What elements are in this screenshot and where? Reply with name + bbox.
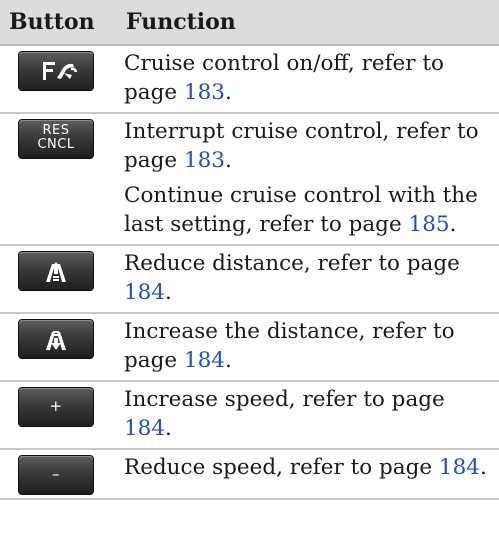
table-row: – Reduce speed, refer to page 184. [0, 449, 499, 499]
table-header-row: Button Function [0, 0, 499, 46]
page-link[interactable]: 184 [124, 416, 165, 441]
distance-increase-icon [46, 331, 66, 350]
res-cncl-icon: RES CNCL [37, 123, 75, 152]
page-link[interactable]: 183 [184, 148, 225, 173]
column-header-function: Function [114, 0, 499, 46]
minus-icon: – [52, 465, 60, 483]
function-text: Reduce speed, refer to page 184. [124, 455, 487, 480]
function-text: Continue cruise control with the last se… [124, 183, 478, 237]
cruise-control-button [19, 52, 93, 90]
res-cncl-button: RES CNCL [19, 120, 93, 158]
minus-button: – [19, 456, 93, 494]
button-function-table: Button Function Cruise control on/off, r… [0, 0, 499, 500]
page-link[interactable]: 184 [439, 455, 480, 480]
page-link[interactable]: 184 [184, 348, 225, 373]
table-row: Increase the distance, refer to page 184… [0, 313, 499, 381]
table-row: Reduce distance, refer to page 184. [0, 245, 499, 313]
table-row: + Increase speed, refer to page 184. [0, 381, 499, 449]
page-link[interactable]: 184 [124, 280, 165, 305]
function-text: Increase speed, refer to page 184. [124, 387, 445, 441]
table-row: Cruise control on/off, refer to page 183… [0, 45, 499, 113]
cruise-control-icon [43, 62, 78, 80]
distance-reduce-icon [46, 262, 66, 282]
page-link[interactable]: 185 [409, 212, 450, 237]
table-row: RES CNCL Interrupt cruise control, refer… [0, 113, 499, 245]
function-text: Cruise control on/off, refer to page 183… [124, 51, 444, 105]
page-link[interactable]: 183 [184, 80, 225, 105]
plus-icon: + [49, 397, 63, 415]
distance-increase-button [19, 320, 93, 358]
column-header-button: Button [0, 0, 114, 46]
distance-reduce-button [19, 252, 93, 290]
function-text: Reduce distance, refer to page 184. [124, 251, 460, 305]
function-text: Increase the distance, refer to page 184… [124, 319, 455, 373]
plus-button: + [19, 388, 93, 426]
function-text: Interrupt cruise control, refer to page … [124, 119, 479, 173]
